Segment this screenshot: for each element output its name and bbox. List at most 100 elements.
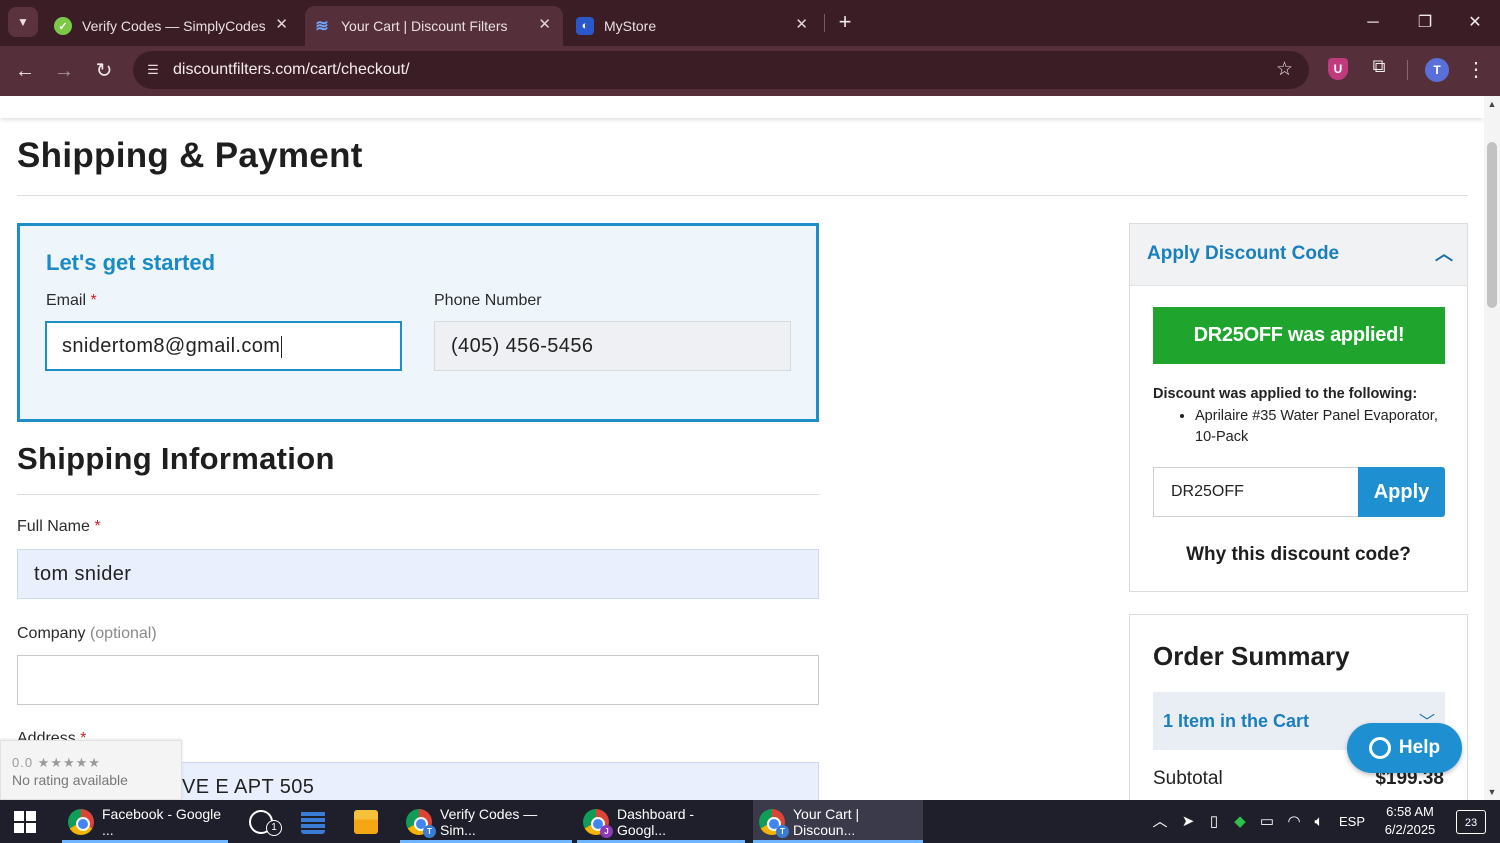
tab-verify-codes[interactable]: ✓ Verify Codes — SimplyCodes ✕	[50, 6, 300, 46]
scroll-up-arrow-icon[interactable]: ▲	[1487, 99, 1497, 109]
volume-icon[interactable]: 🔈︎	[1308, 800, 1330, 843]
chevron-up-icon[interactable]: ︿	[1435, 240, 1453, 266]
security-shield-icon[interactable]: ◆	[1229, 800, 1251, 843]
taskbar-app-file-explorer[interactable]	[345, 800, 389, 843]
tab-your-cart[interactable]: ≋ Your Cart | Discount Filters ✕	[305, 6, 563, 46]
windows-start-icon[interactable]	[14, 811, 36, 833]
notification-center-icon[interactable]: 23	[1456, 810, 1486, 834]
taskbar-app-verify-codes[interactable]: T Verify Codes — Sim...	[400, 800, 572, 843]
help-button[interactable]: Help	[1347, 723, 1462, 773]
browser-titlebar: ▼ ✓ Verify Codes — SimplyCodes ✕ ≋ Your …	[0, 0, 1500, 46]
tab-mystore[interactable]: ◐ MyStore ✕	[572, 6, 820, 46]
back-button[interactable]: ←	[10, 56, 40, 86]
discount-item-list: Aprilaire #35 Water Panel Evaporator, 10…	[1173, 406, 1453, 448]
close-tab-icon[interactable]: ✕	[538, 15, 551, 33]
email-label: Email *	[46, 292, 97, 310]
site-info-icon[interactable]: ☰	[143, 60, 163, 80]
new-tab-button[interactable]: +	[832, 9, 858, 35]
url-text: discountfilters.com/cart/checkout/	[173, 61, 410, 78]
mystore-favicon: ◐	[576, 17, 594, 35]
taskbar-app-calculator[interactable]	[292, 800, 336, 843]
wifi-icon[interactable]: ◠	[1283, 800, 1305, 843]
full-name-field[interactable]: tom snider	[17, 549, 819, 599]
browser-menu-icon[interactable]: ⋮	[1466, 56, 1486, 84]
tab-search-button[interactable]: ▼	[8, 7, 38, 37]
discount-heading: Apply Discount Code	[1147, 243, 1340, 264]
company-label-text: Company	[17, 625, 86, 642]
optional-hint: (optional)	[89, 625, 157, 642]
profile-avatar[interactable]: T	[1425, 58, 1449, 82]
discount-code-value: DR25OFF	[1171, 483, 1244, 500]
list-item: Aprilaire #35 Water Panel Evaporator, 10…	[1195, 406, 1453, 448]
calculator-icon	[301, 809, 325, 834]
scroll-thumb[interactable]	[1487, 142, 1497, 308]
restore-button[interactable]: ❐	[1410, 8, 1440, 38]
sticky-header	[0, 96, 1484, 118]
scroll-down-arrow-icon[interactable]: ▼	[1487, 787, 1497, 797]
profile-badge: J	[600, 824, 613, 838]
reload-button[interactable]: ↻	[89, 56, 119, 86]
phone-value: (405) 456-5456	[451, 335, 594, 357]
start-tile	[26, 823, 36, 833]
extensions-puzzle-icon[interactable]: ⧉	[1366, 56, 1392, 82]
email-label-text: Email	[46, 292, 87, 309]
chrome-icon: T	[759, 808, 789, 838]
clock-time: 6:58 AM	[1386, 804, 1434, 819]
contact-section: Let's get started Email * snidertom8@gma…	[17, 223, 819, 422]
system-clock[interactable]: 6:58 AM 6/2/2025	[1375, 803, 1445, 839]
address-value: VE E APT 505	[182, 776, 315, 798]
rating-widget[interactable]: 0.0 ★★★★★ No rating available	[0, 740, 182, 800]
close-window-button[interactable]: ✕	[1460, 8, 1490, 38]
tab-title: MyStore	[604, 18, 657, 34]
address-bar[interactable]: ☰ discountfilters.com/cart/checkout/ ☆	[133, 51, 1309, 89]
usb-device-icon[interactable]: ▯	[1204, 800, 1224, 843]
close-tab-icon[interactable]: ✕	[275, 15, 288, 33]
simplycodes-favicon: ✓	[54, 17, 72, 35]
discountfilters-favicon: ≋	[315, 18, 329, 35]
full-name-value: tom snider	[34, 563, 132, 585]
show-hidden-icons-chevron-icon[interactable]: ︿	[1150, 800, 1170, 843]
battery-icon[interactable]: ▭	[1256, 800, 1278, 843]
subtotal-label: Subtotal	[1153, 768, 1223, 789]
discount-code-input[interactable]: DR25OFF	[1153, 467, 1359, 517]
email-field[interactable]: snidertom8@gmail.com	[45, 321, 402, 371]
ublock-extension-icon[interactable]: U	[1328, 58, 1348, 80]
full-name-label-text: Full Name	[17, 518, 90, 535]
discount-panel: Apply Discount Code ︿ DR25OFF was applie…	[1129, 223, 1468, 592]
chrome-icon: J	[583, 808, 613, 838]
language-indicator[interactable]: ESP	[1335, 800, 1369, 843]
start-tile	[14, 823, 24, 833]
taskbar-app-label: Verify Codes — Sim...	[440, 805, 538, 838]
why-discount-link[interactable]: Why this discount code?	[1130, 544, 1467, 566]
forward-button[interactable]: →	[49, 56, 79, 86]
taskbar-app-dashboard[interactable]: J Dashboard - Googl...	[577, 800, 745, 843]
profile-initial: T	[1433, 63, 1441, 77]
telegram-icon[interactable]: ➤	[1177, 800, 1199, 843]
notification-count: 23	[1464, 817, 1478, 829]
help-label: Help	[1398, 737, 1441, 758]
text-caret	[281, 335, 283, 358]
company-field[interactable]	[17, 655, 819, 705]
discount-applied-banner: DR25OFF was applied!	[1153, 307, 1445, 364]
apply-button[interactable]: Apply	[1358, 467, 1445, 517]
start-tile	[14, 811, 24, 821]
full-name-label: Full Name *	[17, 518, 101, 536]
minimize-button[interactable]: ─	[1358, 8, 1388, 38]
close-tab-icon[interactable]: ✕	[795, 15, 808, 33]
chat-bubble-icon	[1368, 737, 1391, 759]
file-explorer-icon	[354, 809, 378, 834]
tab-title: Verify Codes — SimplyCodes	[82, 18, 266, 34]
discount-panel-header[interactable]: Apply Discount Code ︿	[1130, 224, 1467, 286]
bookmark-star-icon[interactable]: ☆	[1276, 58, 1293, 81]
clock-date: 6/2/2025	[1384, 822, 1436, 837]
taskbar-app-your-cart[interactable]: T Your Cart | Discoun...	[753, 800, 923, 843]
phone-field[interactable]: (405) 456-5456	[434, 321, 791, 371]
profile-badge: T	[423, 824, 436, 838]
taskbar-app-facebook[interactable]: Facebook - Google ...	[62, 800, 228, 843]
taskbar-app-whatsapp[interactable]: 1	[240, 800, 286, 843]
chrome-icon: T	[406, 808, 436, 838]
profile-badge: T	[776, 824, 789, 838]
notification-badge: 1	[266, 820, 282, 836]
page-scrollbar[interactable]: ▲ ▼	[1484, 96, 1500, 800]
start-tile	[26, 811, 36, 821]
